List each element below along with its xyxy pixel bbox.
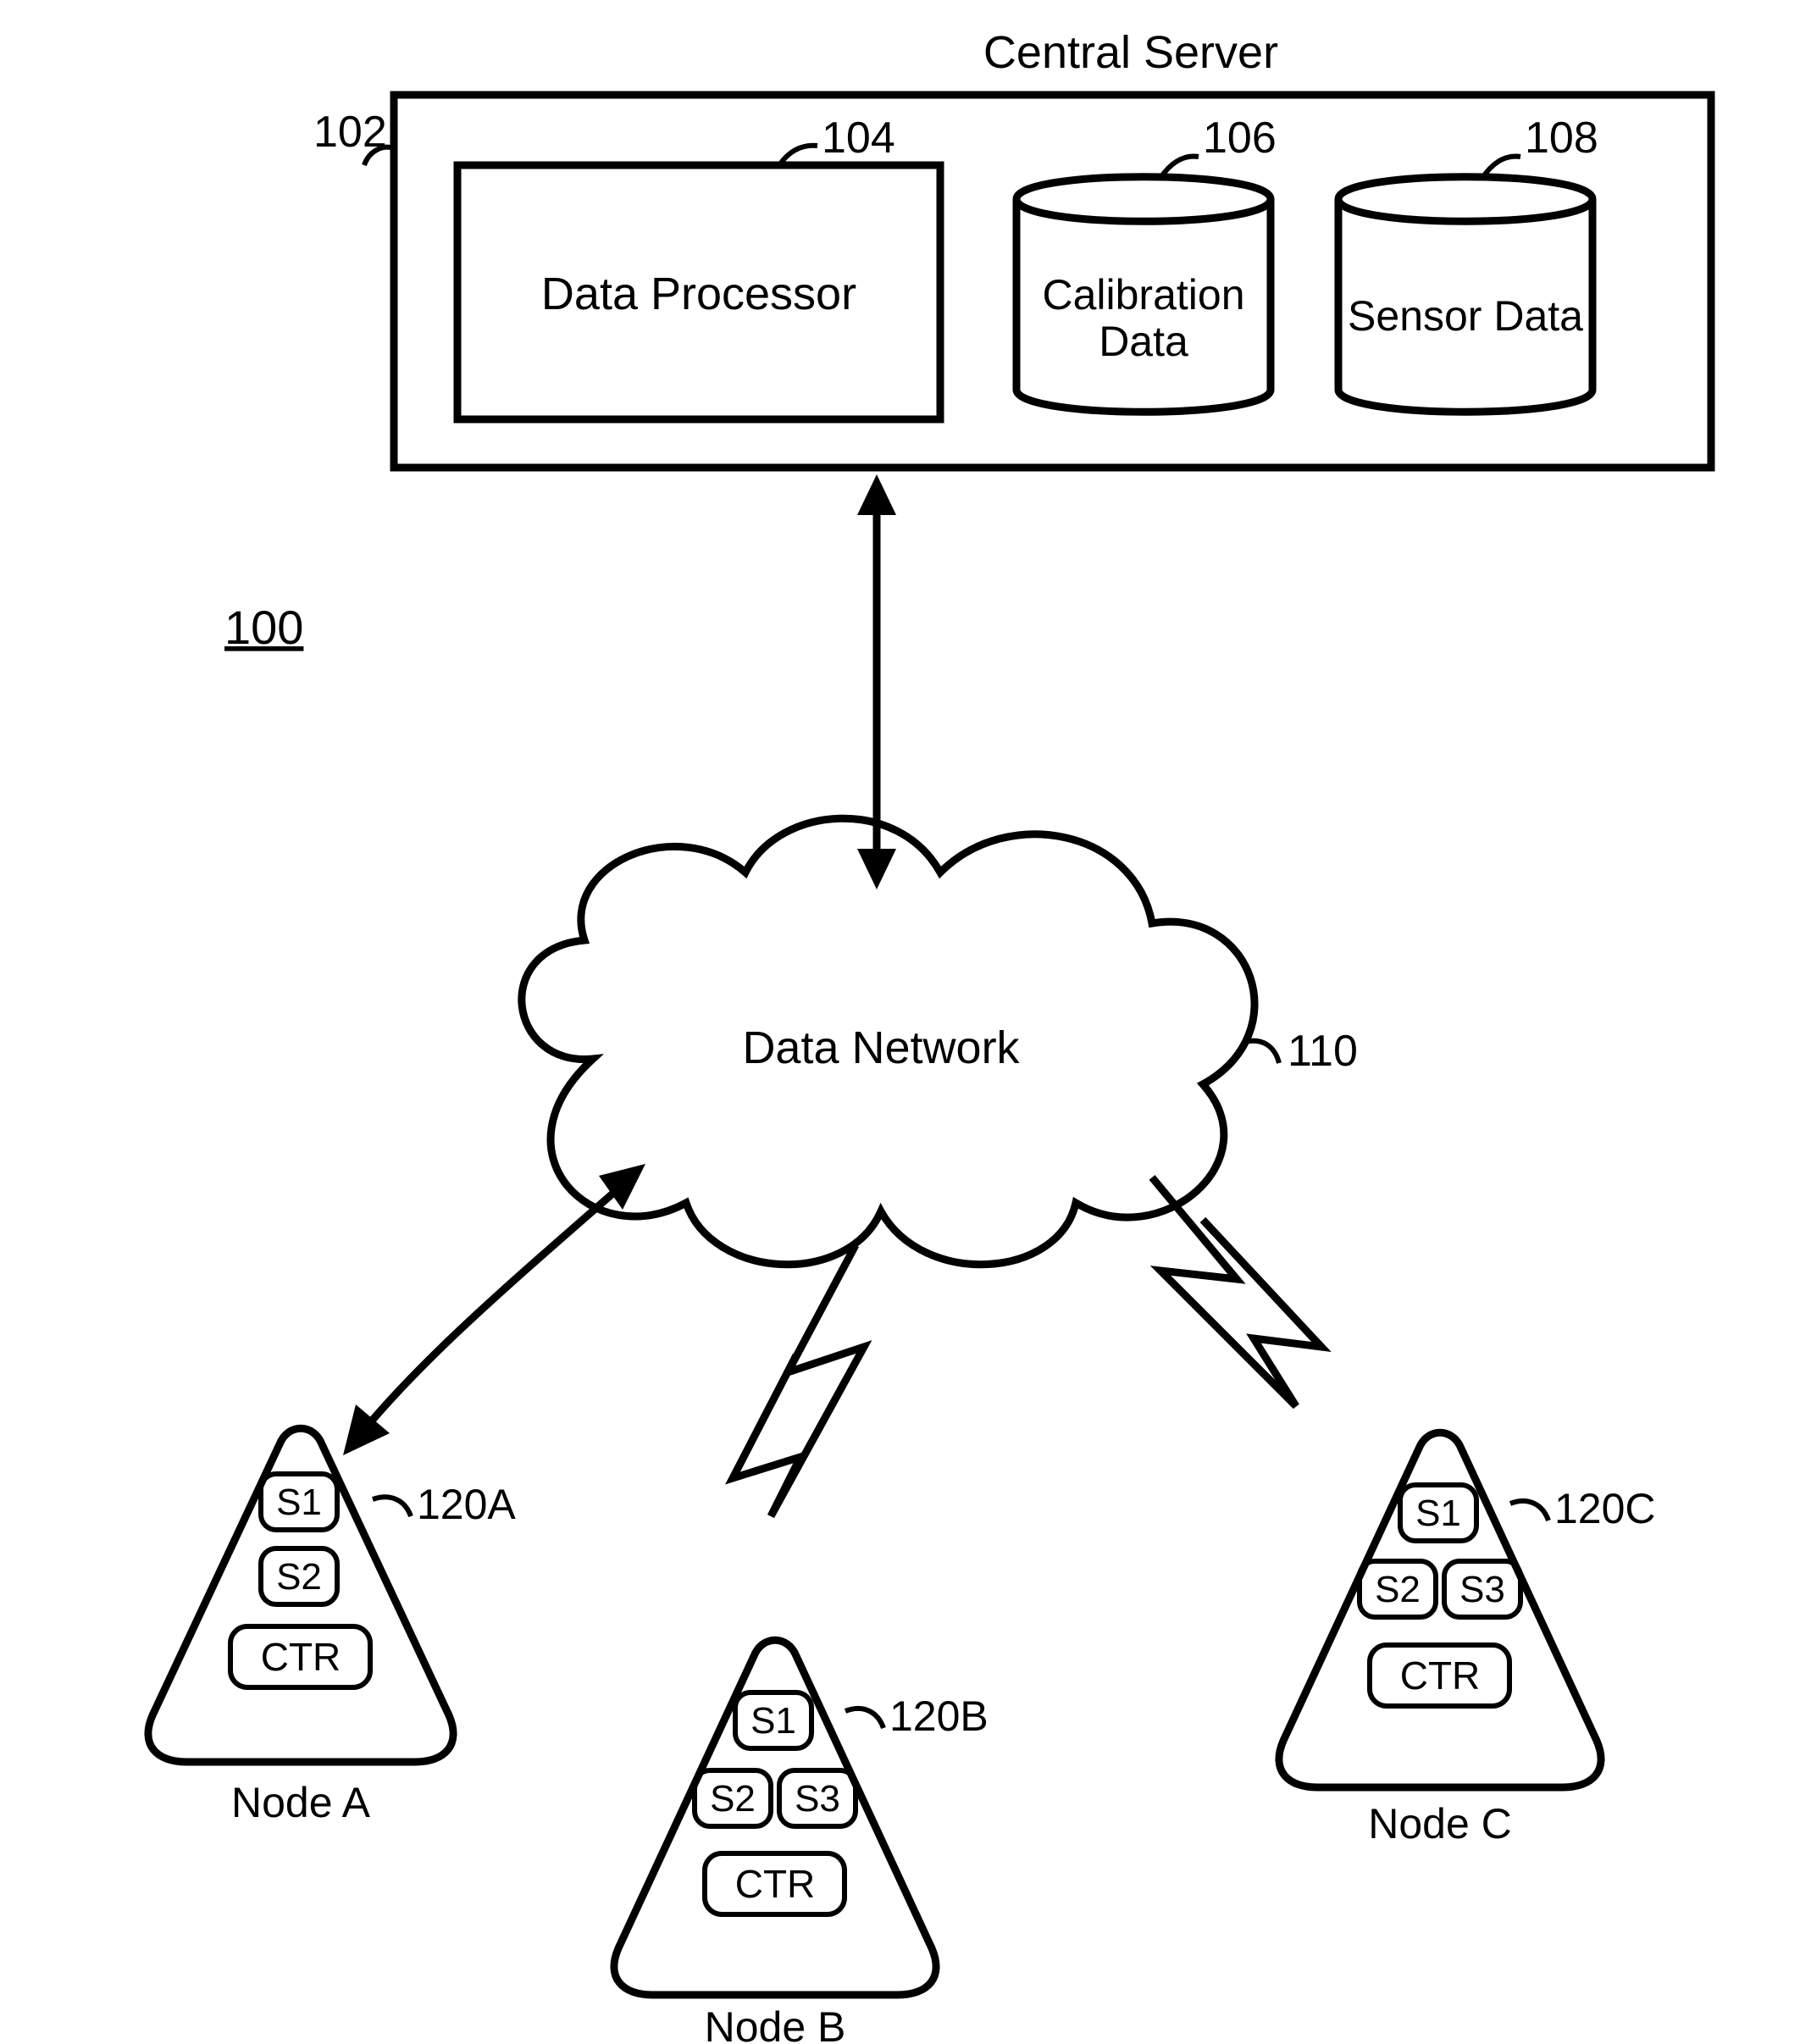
- node-c-name: Node C: [1368, 1800, 1512, 1847]
- ref-106: 106: [1203, 114, 1277, 163]
- node-c-s1: S1: [1415, 1493, 1461, 1534]
- ref-120b: 120B: [889, 1692, 989, 1740]
- node-a-name: Node A: [231, 1779, 371, 1826]
- data-network-label: Data Network: [742, 1022, 1020, 1073]
- cloud-nodeC-link: [1152, 1177, 1321, 1406]
- node-b-s1: S1: [750, 1700, 796, 1742]
- ref-102: 102: [313, 108, 387, 157]
- ref-120a: 120A: [417, 1481, 516, 1528]
- node-c-ctr: CTR: [1400, 1653, 1481, 1698]
- node-a-s2: S2: [276, 1556, 322, 1598]
- node-c-s3: S3: [1459, 1569, 1505, 1610]
- node-a: S1 S2 CTR: [148, 1428, 453, 1762]
- node-c: S1 S2 S3 CTR: [1279, 1432, 1601, 1787]
- node-a-ctr: CTR: [261, 1635, 341, 1679]
- server-title: Central Server: [983, 27, 1278, 78]
- node-c-s2: S2: [1375, 1569, 1421, 1610]
- node-b-name: Node B: [705, 2003, 846, 2044]
- node-b-s2: S2: [710, 1778, 756, 1820]
- ref-120c-leader: [1510, 1501, 1548, 1521]
- ref-120a-leader: [373, 1497, 411, 1516]
- ref-108: 108: [1525, 114, 1598, 163]
- node-b: S1 S2 S3 CTR: [614, 1640, 936, 1995]
- node-b-ctr: CTR: [735, 1862, 816, 1906]
- calibration-label-2: Data: [1099, 318, 1188, 365]
- ref-120b-leader: [845, 1709, 883, 1728]
- data-processor-label: Data Processor: [541, 269, 856, 319]
- ref-104: 104: [822, 114, 895, 163]
- node-b-s3: S3: [795, 1778, 840, 1820]
- node-a-s1: S1: [276, 1482, 322, 1523]
- ref-110: 110: [1288, 1027, 1358, 1076]
- cloud-nodeA-link: [343, 1164, 645, 1455]
- cloud-nodeB-link: [733, 1245, 864, 1516]
- figure-ref: 100: [224, 601, 303, 654]
- ref-110-leader: [1245, 1041, 1279, 1063]
- calibration-label-1: Calibration: [1042, 271, 1244, 319]
- sensordata-label: Sensor Data: [1348, 292, 1583, 340]
- ref-120c: 120C: [1554, 1485, 1656, 1532]
